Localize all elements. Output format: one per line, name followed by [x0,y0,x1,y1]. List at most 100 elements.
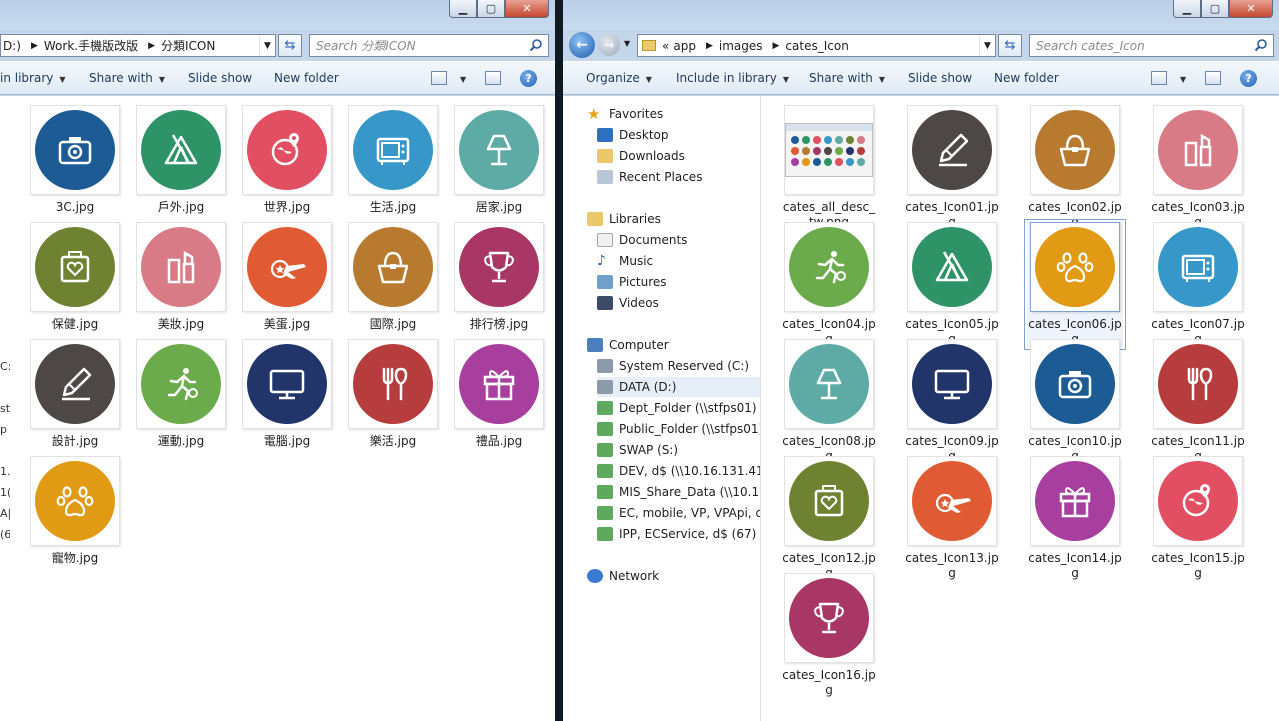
clipped-nav-item[interactable]: st [0,398,10,419]
breadcrumb-separator-icon[interactable]: ▶ [706,41,713,51]
clipped-nav-item[interactable]: A| [0,503,10,524]
address-segment[interactable]: Work.手機版改版 [44,37,138,54]
left-address-bar[interactable]: D:) ▶ Work.手機版改版 ▶ 分類ICON ▼ [0,34,276,57]
file-thumbnail[interactable] [907,456,997,546]
nav-music[interactable]: ♪ Music [597,251,653,271]
file-item[interactable]: cates_Icon16.jpg [781,573,877,698]
nav-documents[interactable]: Documents [597,230,687,250]
slide-show-button[interactable]: Slide show [908,71,972,85]
file-item[interactable]: cates_Icon12.jpg [781,456,877,581]
file-item[interactable]: cates_Icon09.jpg [904,339,1000,464]
file-item[interactable]: 保健.jpg [27,222,123,332]
file-item[interactable]: 世界.jpg [239,105,335,215]
nav-desktop[interactable]: Desktop [597,125,669,145]
search-icon[interactable] [1254,38,1268,52]
file-item[interactable]: cates_Icon06.jpg [1024,219,1126,350]
preview-pane-icon[interactable] [485,71,501,85]
address-drive[interactable]: D:) [3,39,21,53]
maximize-button[interactable]: ▢ [1201,0,1229,18]
file-item[interactable]: cates_Icon07.jpg [1150,222,1246,347]
address-segment[interactable]: images [719,39,763,53]
maximize-button[interactable]: ▢ [477,0,505,18]
view-dropdown-icon[interactable]: ▼ [1174,71,1186,85]
right-address-bar[interactable]: « app ▶ images ▶ cates_Icon ▼ [637,34,996,57]
address-segment[interactable]: app [673,39,696,53]
file-item[interactable]: 3C.jpg [27,105,123,215]
file-thumbnail[interactable] [784,222,874,312]
file-item[interactable]: 設計.jpg [27,339,123,449]
file-item[interactable]: 美蛋.jpg [239,222,335,332]
include-in-library-button[interactable]: in library ▼ [0,71,66,85]
file-item[interactable]: 寵物.jpg [27,456,123,566]
nav-computer[interactable]: Computer [587,335,669,355]
file-item[interactable]: 禮品.jpg [451,339,547,449]
back-button[interactable]: ← [569,32,595,58]
share-with-button[interactable]: Share with ▼ [89,71,165,85]
file-item[interactable]: cates_Icon13.jpg [904,456,1000,581]
nav-pictures[interactable]: Pictures [597,272,667,292]
file-thumbnail[interactable] [30,105,120,195]
file-thumbnail[interactable] [784,339,874,429]
nav-drive[interactable]: SWAP (S:) [597,440,760,460]
breadcrumb-separator-icon[interactable]: ▶ [148,41,155,51]
file-thumbnail[interactable] [784,105,874,195]
address-dropdown-icon[interactable]: ▼ [259,35,275,56]
file-item[interactable]: 居家.jpg [451,105,547,215]
new-folder-button[interactable]: New folder [994,71,1059,85]
file-item[interactable]: cates_Icon10.jpg [1027,339,1123,464]
address-overflow[interactable]: « [662,39,669,53]
search-icon[interactable] [529,38,543,52]
clipped-nav-item[interactable]: C: [0,356,10,377]
left-search-input[interactable]: Search 分類ICON [309,34,549,57]
file-thumbnail[interactable] [1030,222,1120,312]
file-item[interactable]: cates_Icon05.jpg [904,222,1000,347]
file-thumbnail[interactable] [136,105,226,195]
file-thumbnail[interactable] [1153,456,1243,546]
file-item[interactable]: cates_Icon02.jpg [1027,105,1123,230]
close-button[interactable]: ✕ [1229,0,1273,18]
breadcrumb-separator-icon[interactable]: ▶ [773,41,780,51]
file-thumbnail[interactable] [30,339,120,429]
slide-show-button[interactable]: Slide show [188,71,252,85]
file-item[interactable]: 戶外.jpg [133,105,229,215]
nav-videos[interactable]: Videos [597,293,659,313]
address-segment[interactable]: cates_Icon [785,39,848,53]
refresh-button[interactable]: ⇆ [278,34,302,57]
file-thumbnail[interactable] [348,222,438,312]
address-dropdown-icon[interactable]: ▼ [979,35,995,56]
share-with-button[interactable]: Share with ▼ [809,71,885,85]
nav-drive[interactable]: Dept_Folder (\\stfps01) (I:) [597,398,760,418]
nav-favorites[interactable]: ★ Favorites [587,104,663,124]
nav-drive[interactable]: DATA (D:) [597,377,760,397]
change-view-icon[interactable] [1151,71,1167,85]
change-view-icon[interactable] [431,71,447,85]
forward-button[interactable]: → [598,34,620,56]
file-thumbnail[interactable] [907,222,997,312]
nav-libraries[interactable]: Libraries [587,209,661,229]
file-thumbnail[interactable] [784,573,874,663]
clipped-nav-item[interactable]: p [0,419,10,440]
clipped-nav-item[interactable] [0,377,10,398]
file-item[interactable]: cates_Icon04.jpg [781,222,877,347]
file-thumbnail[interactable] [348,105,438,195]
preview-pane-icon[interactable] [1205,71,1221,85]
file-item[interactable]: 樂活.jpg [345,339,441,449]
file-thumbnail[interactable] [348,339,438,429]
file-item[interactable]: 電腦.jpg [239,339,335,449]
file-thumbnail[interactable] [907,105,997,195]
file-thumbnail[interactable] [30,222,120,312]
nav-drive[interactable]: EC, mobile, VP, VPApi, d$ ( [597,503,760,523]
nav-network[interactable]: Network [587,566,659,586]
file-item[interactable]: cates_Icon03.jpg [1150,105,1246,230]
file-thumbnail[interactable] [30,456,120,546]
file-item[interactable]: cates_Icon01.jpg [904,105,1000,230]
file-item[interactable]: 美妝.jpg [133,222,229,332]
file-item[interactable]: 運動.jpg [133,339,229,449]
file-thumbnail[interactable] [454,222,544,312]
clipped-nav-item[interactable]: (6 [0,524,10,545]
file-item[interactable]: cates_Icon08.jpg [781,339,877,464]
file-thumbnail[interactable] [784,456,874,546]
nav-recent-places[interactable]: Recent Places [597,167,702,187]
file-thumbnail[interactable] [242,105,332,195]
file-thumbnail[interactable] [454,339,544,429]
